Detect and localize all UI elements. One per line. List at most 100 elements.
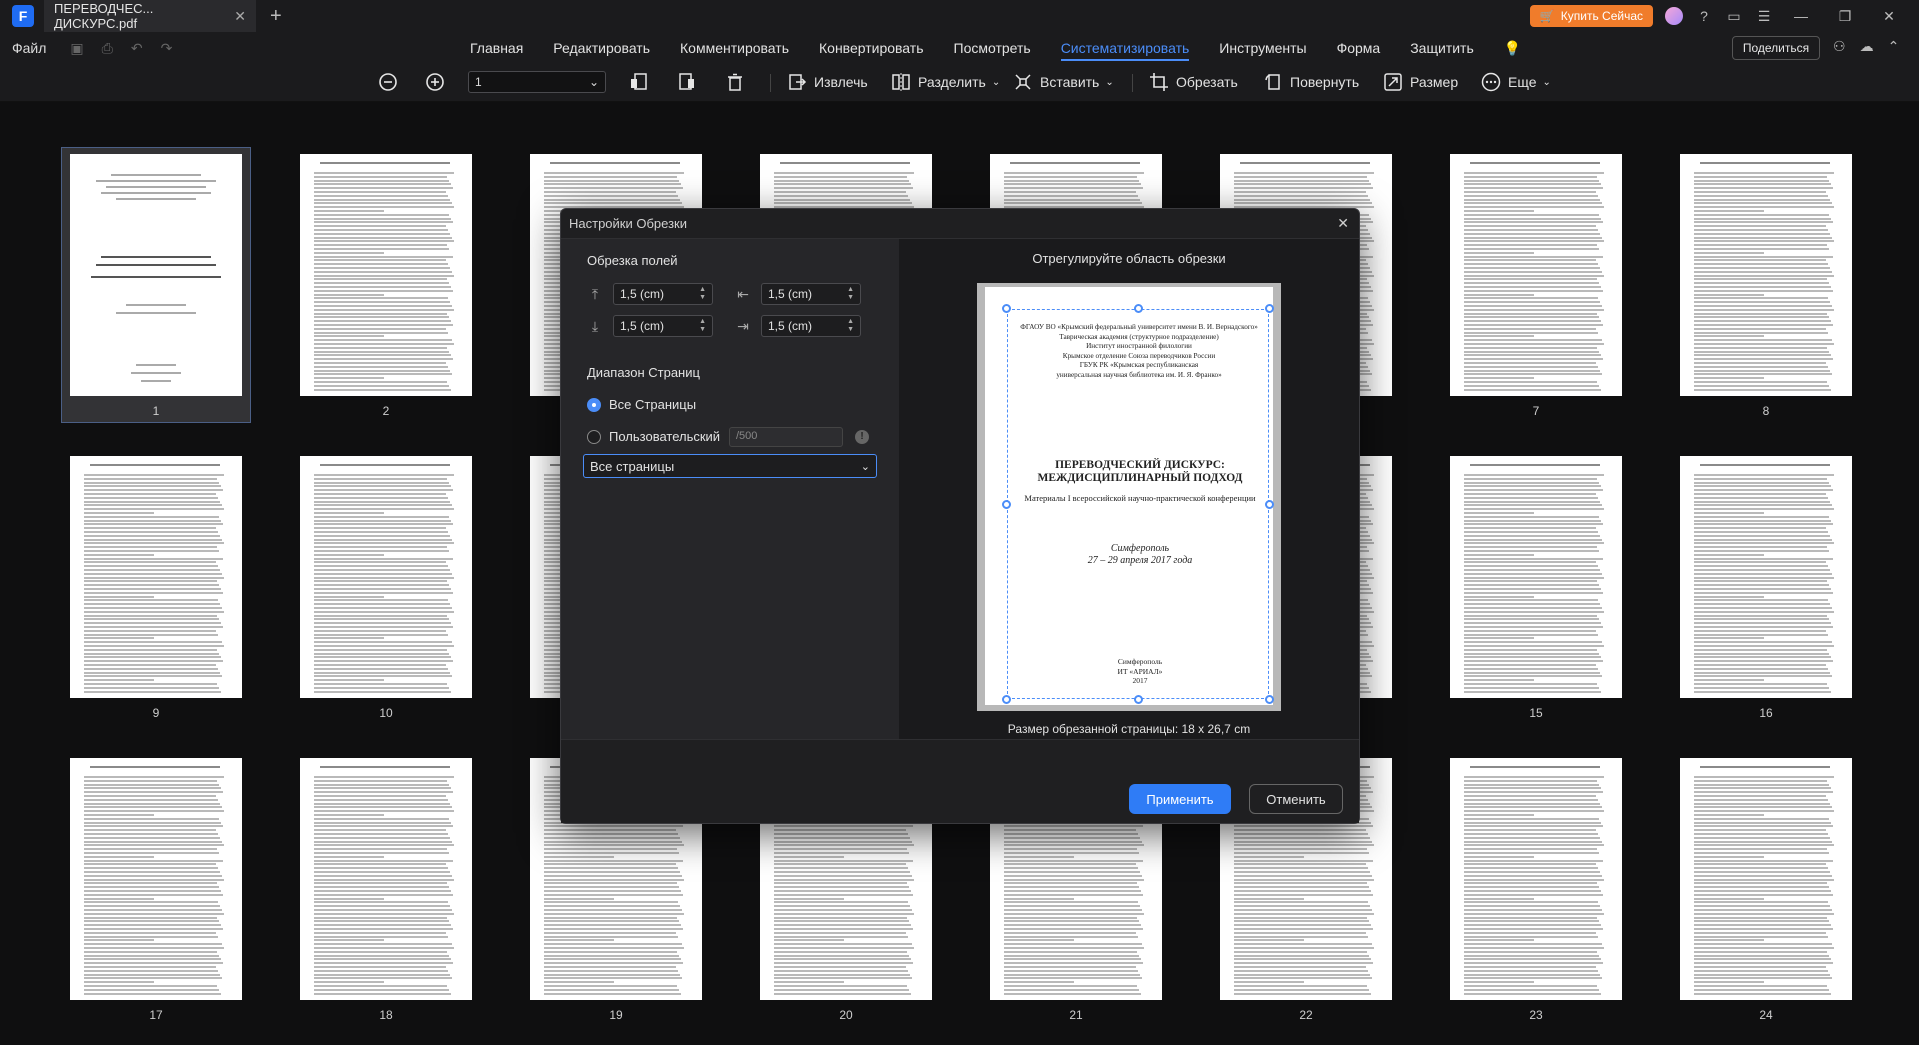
radio-custom[interactable]: Пользовательский bbox=[587, 429, 720, 444]
crop-handle-bottom[interactable] bbox=[1134, 695, 1143, 704]
page-thumbnail-image bbox=[70, 456, 242, 698]
info-icon[interactable]: ! bbox=[855, 430, 869, 444]
pages-subset-select[interactable]: Все страницы ⌄ bbox=[583, 454, 877, 478]
insert-blank-button[interactable] bbox=[628, 71, 650, 93]
close-dialog-icon[interactable]: ✕ bbox=[1337, 215, 1349, 232]
insert-label: Вставить bbox=[1040, 74, 1100, 90]
tab-edit[interactable]: Редактировать bbox=[538, 32, 665, 64]
stepper-arrows-icon[interactable]: ▲ ▼ bbox=[847, 286, 854, 302]
crop-icon bbox=[1148, 71, 1170, 93]
crop-handle-top-left[interactable] bbox=[1002, 304, 1011, 313]
crop-handle-top-right[interactable] bbox=[1265, 304, 1274, 313]
tab-organize[interactable]: Систематизировать bbox=[1046, 32, 1205, 64]
document-tab[interactable]: ПЕРЕВОДЧЕС... ДИСКУРС.pdf ✕ bbox=[44, 0, 256, 32]
margin-top-input[interactable]: 1,5 (cm) ▲ ▼ bbox=[613, 283, 713, 305]
custom-range-input[interactable]: /500 bbox=[729, 427, 843, 447]
page-number-label: 9 bbox=[152, 706, 160, 720]
page-number-label: 7 bbox=[1532, 404, 1540, 418]
undo-icon[interactable]: ↶ bbox=[131, 40, 143, 57]
redo-icon[interactable]: ↷ bbox=[161, 40, 173, 57]
delete-page-button[interactable] bbox=[724, 71, 746, 93]
page-thumbnail-image bbox=[300, 154, 472, 396]
page-select[interactable]: 1 ⌄ bbox=[468, 71, 606, 93]
tab-protect[interactable]: Защитить bbox=[1395, 32, 1489, 64]
page-thumbnail[interactable]: 10 bbox=[292, 450, 480, 724]
zoom-out-button[interactable] bbox=[377, 71, 399, 93]
restore-icon[interactable]: ❐ bbox=[1829, 8, 1861, 25]
share-button[interactable]: Поделиться bbox=[1732, 36, 1820, 60]
margin-top-row: ⤒ 1,5 (cm) ▲ ▼ bbox=[585, 283, 713, 305]
resize-icon bbox=[1382, 71, 1404, 93]
rotate-button[interactable]: Повернуть bbox=[1262, 71, 1359, 93]
minimize-icon[interactable]: — bbox=[1785, 8, 1817, 24]
page-thumbnail[interactable]: 24 bbox=[1672, 752, 1860, 1026]
resize-button[interactable]: Размер bbox=[1382, 71, 1458, 93]
more-button[interactable]: Еще ⌄ bbox=[1480, 71, 1551, 93]
page-thumbnail[interactable]: 18 bbox=[292, 752, 480, 1026]
menu-icon[interactable]: ☰ bbox=[1755, 8, 1773, 25]
apply-button[interactable]: Применить bbox=[1129, 784, 1231, 814]
page-thumbnail[interactable]: 9 bbox=[62, 450, 250, 724]
stepper-arrows-icon[interactable]: ▲ ▼ bbox=[847, 318, 854, 334]
lightbulb-icon[interactable]: 💡 bbox=[1489, 32, 1536, 64]
crop-handle-bottom-right[interactable] bbox=[1265, 695, 1274, 704]
close-tab-icon[interactable]: ✕ bbox=[234, 8, 246, 25]
people-icon[interactable]: ⚇ bbox=[1833, 38, 1846, 55]
tab-view[interactable]: Посмотреть bbox=[939, 32, 1046, 64]
close-window-icon[interactable]: ✕ bbox=[1873, 8, 1905, 25]
page-thumbnail[interactable]: 1 bbox=[61, 147, 251, 423]
margin-left-input[interactable]: 1,5 (cm) ▲ ▼ bbox=[761, 283, 861, 305]
crop-button[interactable]: Обрезать bbox=[1148, 71, 1238, 93]
crop-area-box[interactable] bbox=[1002, 304, 1274, 704]
tab-tools[interactable]: Инструменты bbox=[1204, 32, 1321, 64]
crop-handle-bottom-left[interactable] bbox=[1002, 695, 1011, 704]
margin-right-icon: ⇥ bbox=[737, 317, 749, 334]
stepper-arrows-icon[interactable]: ▲ ▼ bbox=[699, 286, 706, 302]
zoom-out-icon bbox=[377, 71, 399, 93]
stepper-arrows-icon[interactable]: ▲ ▼ bbox=[699, 318, 706, 334]
page-thumbnail[interactable]: 2 bbox=[292, 148, 480, 422]
radio-all-pages-indicator[interactable] bbox=[587, 397, 601, 412]
tab-home[interactable]: Главная bbox=[455, 32, 538, 64]
margin-top-icon: ⤒ bbox=[591, 285, 599, 302]
cancel-button[interactable]: Отменить bbox=[1249, 784, 1343, 814]
radio-all-pages[interactable]: Все Страницы bbox=[587, 397, 696, 412]
dialog-title: Настройки Обрезки bbox=[569, 216, 687, 231]
page-thumbnail-image bbox=[300, 758, 472, 1000]
replace-page-button[interactable] bbox=[676, 71, 698, 93]
page-thumbnail[interactable]: 23 bbox=[1442, 752, 1630, 1026]
tab-form[interactable]: Форма bbox=[1322, 32, 1396, 64]
margin-bottom-value: 1,5 (cm) bbox=[620, 319, 665, 333]
crop-handle-top[interactable] bbox=[1134, 304, 1143, 313]
message-icon[interactable]: ▭ bbox=[1725, 8, 1743, 25]
margin-bottom-input[interactable]: 1,5 (cm) ▲ ▼ bbox=[613, 315, 713, 337]
page-thumbnail[interactable]: 16 bbox=[1672, 450, 1860, 724]
chevron-down-icon: ⌄ bbox=[860, 460, 870, 473]
avatar[interactable] bbox=[1665, 7, 1683, 25]
crop-handle-right[interactable] bbox=[1265, 500, 1274, 509]
save-icon[interactable]: ▣ bbox=[70, 40, 83, 57]
extract-button[interactable]: Извлечь bbox=[786, 71, 868, 93]
tab-convert[interactable]: Конвертировать bbox=[804, 32, 939, 64]
file-menu[interactable]: Файл bbox=[12, 40, 46, 56]
split-button[interactable]: Разделить ⌄ bbox=[890, 71, 1000, 93]
zoom-in-button[interactable] bbox=[424, 71, 446, 93]
insert-button[interactable]: Вставить ⌄ bbox=[1012, 71, 1114, 93]
page-thumbnail[interactable]: 7 bbox=[1442, 148, 1630, 422]
page-thumbnail[interactable]: 17 bbox=[62, 752, 250, 1026]
margin-left-value: 1,5 (cm) bbox=[768, 287, 813, 301]
page-thumbnail[interactable]: 8 bbox=[1672, 148, 1860, 422]
page-range-title: Диапазон Страниц bbox=[587, 365, 700, 380]
cloud-upload-icon[interactable]: ☁ bbox=[1860, 38, 1874, 55]
radio-custom-indicator[interactable] bbox=[587, 429, 601, 444]
help-icon[interactable]: ? bbox=[1695, 8, 1713, 24]
print-icon[interactable]: ⎙ bbox=[102, 40, 113, 57]
new-tab-icon[interactable]: + bbox=[270, 5, 282, 28]
tab-comment[interactable]: Комментировать bbox=[665, 32, 804, 64]
collapse-ribbon-icon[interactable]: ⌃ bbox=[1888, 38, 1900, 55]
crop-handle-left[interactable] bbox=[1002, 500, 1011, 509]
buy-now-button[interactable]: 🛒 Купить Сейчас bbox=[1529, 5, 1653, 27]
margin-bottom-row: ⤓ 1,5 (cm) ▲ ▼ bbox=[585, 315, 713, 337]
page-thumbnail[interactable]: 15 bbox=[1442, 450, 1630, 724]
margin-right-input[interactable]: 1,5 (cm) ▲ ▼ bbox=[761, 315, 861, 337]
